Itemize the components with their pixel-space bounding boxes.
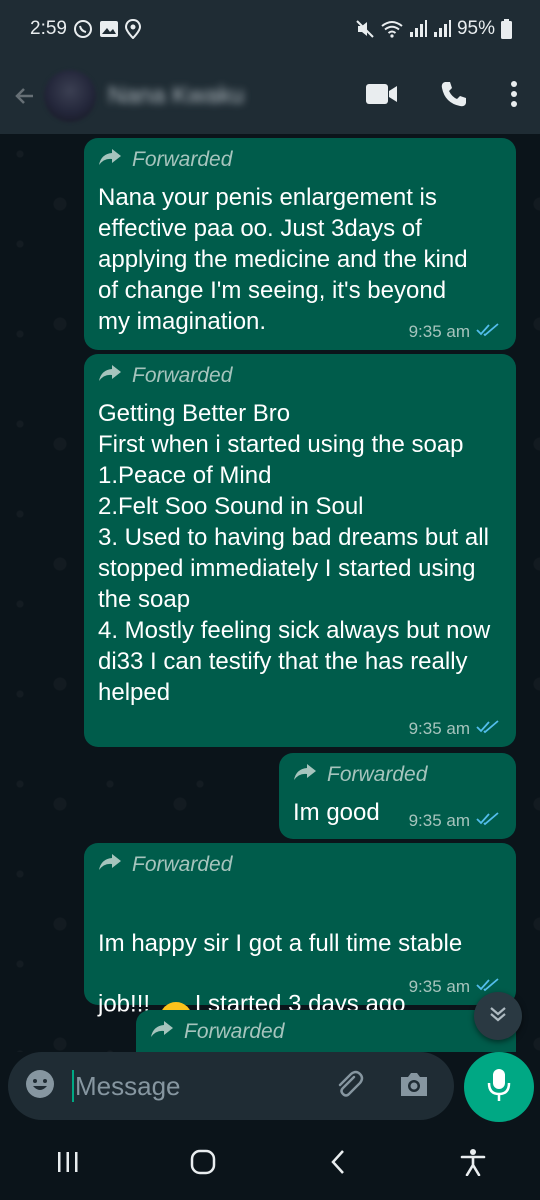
signal-icon [409, 20, 427, 38]
message-time: 9:35 am [408, 977, 470, 996]
location-icon [124, 19, 141, 39]
forwarded-label: Forwarded [150, 1020, 502, 1044]
chat-area[interactable]: Forwarded Nana your penis enlargement is… [0, 134, 540, 1052]
forwarded-label: Forwarded [293, 763, 502, 787]
message-bubble[interactable]: Forwarded Nana your penis enlargement is… [84, 138, 516, 350]
recent-apps-icon[interactable] [38, 1151, 98, 1173]
message-bubble[interactable]: Forwarded [136, 1010, 516, 1052]
message-text: Getting Better Bro First when i started … [98, 400, 491, 706]
message-time: 9:35 am [408, 811, 470, 830]
voice-call-icon[interactable] [440, 80, 468, 113]
status-right: 95% [355, 18, 512, 40]
back-arrow-icon[interactable] [10, 85, 38, 107]
message-text: Nana your penis enlargement is effective… [98, 184, 468, 335]
attachment-icon[interactable] [334, 1069, 364, 1104]
message-meta: 9:35 am [409, 322, 500, 342]
message-bubble[interactable]: Forwarded Im good 9:35 am [279, 753, 516, 839]
forwarded-text: Forwarded [132, 853, 233, 876]
more-options-icon[interactable] [510, 80, 518, 113]
message-composer: Message [0, 1052, 540, 1124]
double-chevron-down-icon [488, 1005, 508, 1028]
battery-percent: 95% [456, 18, 495, 39]
mute-icon [355, 19, 375, 39]
message-meta: 9:35 am [409, 719, 500, 739]
read-ticks-icon [476, 719, 500, 739]
text-caret [72, 1070, 74, 1102]
message-meta: 9:35 am [409, 811, 500, 831]
forward-arrow-icon [150, 1020, 174, 1044]
message-bubble[interactable]: Forwarded Im happy sir I got a full time… [84, 843, 516, 1034]
signal-icon [433, 20, 451, 38]
wifi-icon [381, 20, 403, 38]
read-ticks-icon [476, 811, 500, 831]
forwarded-label: Forwarded [98, 853, 502, 877]
message-bubble[interactable]: Forwarded Getting Better Bro First when … [84, 354, 516, 747]
forwarded-label: Forwarded [98, 148, 502, 172]
forward-arrow-icon [98, 148, 122, 172]
forward-arrow-icon [98, 364, 122, 388]
read-ticks-icon [476, 322, 500, 342]
forwarded-text: Forwarded [132, 364, 233, 387]
camera-icon[interactable] [398, 1070, 430, 1103]
system-navigation-bar [0, 1124, 540, 1200]
header-actions [366, 80, 518, 113]
message-time: 9:35 am [408, 719, 470, 738]
input-actions [334, 1069, 430, 1104]
voice-message-button[interactable] [464, 1052, 534, 1122]
message-input[interactable]: Message [75, 1071, 334, 1102]
status-bar: 2:59 95% [0, 0, 540, 58]
forward-arrow-icon [293, 763, 317, 787]
message-input-container[interactable]: Message [8, 1052, 454, 1120]
forwarded-text: Forwarded [327, 763, 428, 786]
contact-name[interactable]: Nana Kwaku [108, 82, 366, 110]
scroll-to-bottom-button[interactable] [474, 992, 522, 1040]
back-icon[interactable] [308, 1149, 368, 1175]
message-time: 9:35 am [408, 322, 470, 341]
forwarded-text: Forwarded [132, 148, 233, 171]
microphone-icon [487, 1068, 511, 1107]
forwarded-label: Forwarded [98, 364, 502, 388]
accessibility-icon[interactable] [443, 1148, 503, 1176]
video-call-icon[interactable] [366, 83, 398, 110]
forwarded-text: Forwarded [184, 1020, 285, 1043]
status-left: 2:59 [30, 18, 141, 40]
home-icon[interactable] [173, 1149, 233, 1175]
chat-header: Nana Kwaku [0, 58, 540, 134]
forward-arrow-icon [98, 853, 122, 877]
gallery-icon [99, 20, 119, 38]
whatsapp-icon [73, 19, 93, 39]
battery-icon [501, 19, 512, 39]
emoji-icon[interactable] [24, 1068, 56, 1105]
status-time: 2:59 [30, 18, 67, 39]
contact-avatar[interactable] [44, 70, 96, 122]
